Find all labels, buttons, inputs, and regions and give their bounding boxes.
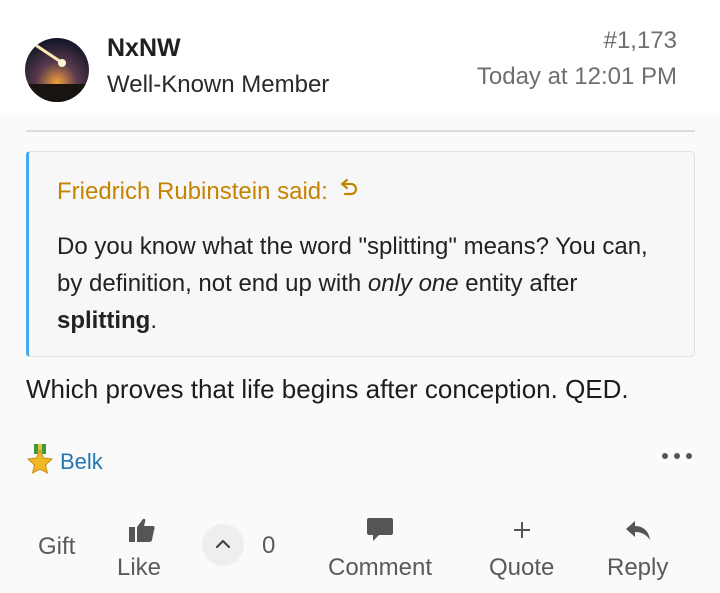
quote-button[interactable]: Quote — [489, 514, 554, 582]
comment-button[interactable]: Comment — [328, 514, 432, 582]
go-to-quote-icon[interactable] — [338, 177, 360, 206]
reaction-summary[interactable]: Belk — [26, 444, 103, 479]
post-body-text: Which proves that life begins after conc… — [26, 374, 629, 404]
speech-bubble-icon — [328, 514, 432, 546]
avatar[interactable] — [25, 38, 89, 102]
gold-star-medal-icon — [26, 444, 54, 479]
quote-attribution-link[interactable]: Friedrich Rubinstein said: — [57, 177, 360, 206]
upvote-button[interactable] — [202, 524, 244, 566]
post-number-link[interactable]: #1,173 — [604, 27, 677, 55]
vote-count: 0 — [262, 532, 276, 559]
quote-author[interactable]: Friedrich Rubinstein said: — [57, 178, 328, 206]
like-button[interactable]: Like — [117, 514, 167, 581]
chevron-up-icon — [215, 536, 231, 554]
reply-label: Reply — [607, 554, 669, 581]
reply-arrow-icon — [607, 514, 668, 546]
reply-button[interactable]: Reply — [607, 514, 668, 582]
post-timestamp[interactable]: Today at 12:01 PM — [477, 63, 677, 91]
quote-text: Do you know what the word "splitting" me… — [57, 233, 648, 334]
more-options-icon[interactable] — [662, 445, 692, 467]
thumbs-up-icon — [117, 514, 167, 546]
quote-bold-text: splitting — [57, 307, 151, 334]
gift-button[interactable]: Gift — [38, 533, 75, 561]
like-label: Like — [117, 554, 162, 581]
comment-label: Comment — [328, 554, 433, 581]
plus-icon — [489, 514, 554, 546]
author-name[interactable]: NxNW — [107, 34, 181, 63]
quote-label: Quote — [489, 554, 555, 581]
quote-italic-text: only one — [367, 270, 459, 297]
author-title: Well-Known Member — [107, 71, 330, 98]
header-divider — [26, 130, 695, 132]
reaction-user-link[interactable]: Belk — [60, 449, 103, 475]
post-header: NxNW Well-Known Member #1,173 Today at 1… — [0, 0, 720, 113]
quote-block: Friedrich Rubinstein said: Do you know w… — [26, 151, 695, 357]
